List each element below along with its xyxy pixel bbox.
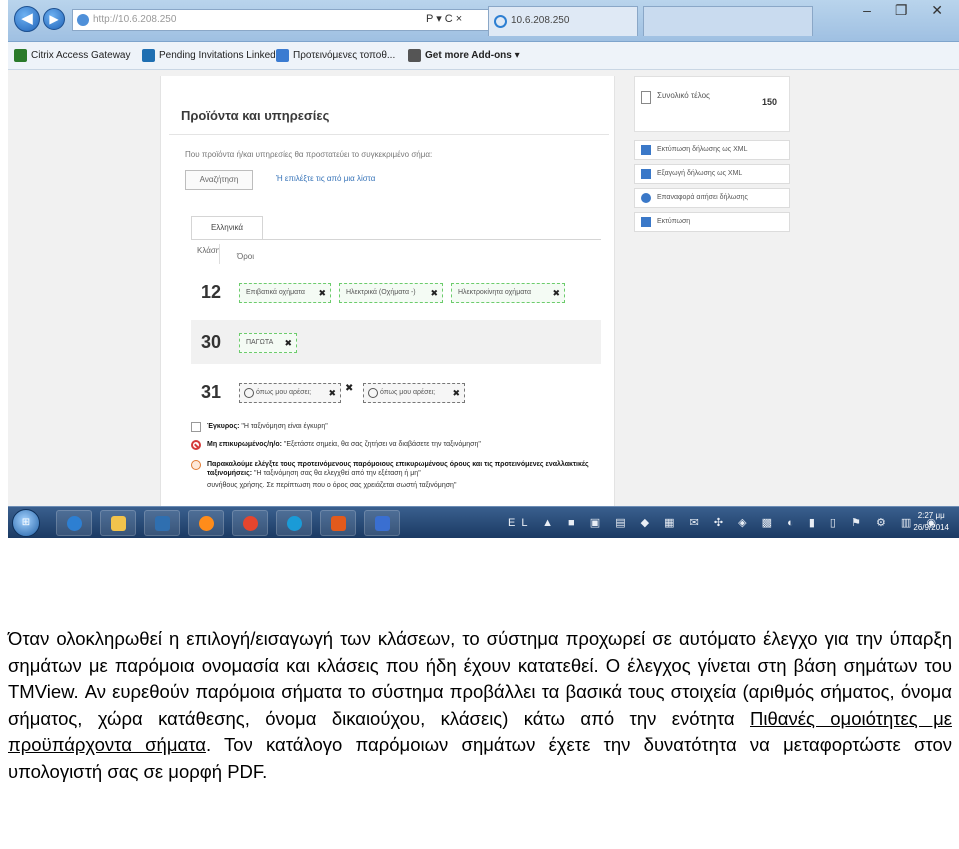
browser-screenshot: ◀ ▶ http://10.6.208.250 P ▾ C × 10.6.208… xyxy=(8,0,959,538)
browser-tab-active[interactable]: 10.6.208.250 xyxy=(488,6,638,36)
taskbar-chrome[interactable] xyxy=(232,510,268,536)
linkedin-icon xyxy=(142,49,155,62)
folder-icon xyxy=(111,516,126,531)
window-controls[interactable]: – ❐ ✕ xyxy=(863,2,953,19)
document-icon xyxy=(641,91,651,104)
address-controls[interactable]: P ▾ C × xyxy=(426,12,462,25)
column-header-terms: Όροι xyxy=(237,252,254,261)
print-icon xyxy=(641,145,651,155)
print-button[interactable]: Εκτύπωση xyxy=(634,212,790,232)
term-chip-unvalidated[interactable]: όπως μου αρέσει; ✖ xyxy=(239,383,341,403)
term-chip-unvalidated[interactable]: όπως μου αρέσει; ✖ xyxy=(363,383,465,403)
windows-taskbar: ⊞ EL ▲ ■ ▣ ▤ ◆ ▦ ✉ ✣ ◈ ▩ ◐ ▮ ▯ ⚑ ⚙ ▥ ◉ 2… xyxy=(8,506,959,538)
favorite-suggested[interactable]: Προτεινόμενες τοποθ... xyxy=(276,49,395,62)
suggested-sites-icon xyxy=(276,49,289,62)
ie-icon xyxy=(494,15,507,28)
web-page: Προϊόντα και υπηρεσίες Που προϊόντα ή/κα… xyxy=(8,70,959,506)
taskbar-word[interactable] xyxy=(364,510,400,536)
favorite-linkedin[interactable]: Pending Invitations LinkedIn xyxy=(142,49,284,62)
favorites-bar: Citrix Access Gateway Pending Invitation… xyxy=(8,42,959,70)
word-icon xyxy=(375,516,390,531)
class-number: 30 xyxy=(201,332,222,352)
panel-title: Προϊόντα και υπηρεσίες xyxy=(181,108,330,123)
print-xml-button[interactable]: Εκτύπωση δήλωσης ως XML xyxy=(634,140,790,160)
taskbar-skype[interactable] xyxy=(276,510,312,536)
refresh-icon xyxy=(641,193,651,203)
valid-checkbox-icon xyxy=(191,422,201,432)
term-chip[interactable]: ΠΑΓΩΤΑ ✖ xyxy=(239,333,297,353)
remove-icon[interactable]: ✖ xyxy=(318,284,326,302)
term-chip[interactable]: Επιβατικά οχήματα ✖ xyxy=(239,283,331,303)
skype-icon xyxy=(287,516,302,531)
taskbar-explorer[interactable] xyxy=(100,510,136,536)
term-chip[interactable]: Ηλεκτροκίνητα οχήματα ✖ xyxy=(451,283,565,303)
legend-valid: Έγκυρος: "Η ταξινόμηση είναι έγκυρη" xyxy=(207,423,328,430)
clock[interactable]: 2:27 μμ 26/9/2014 xyxy=(913,510,949,534)
choose-from-list-link[interactable]: Ή επιλέξτε τις από μια λίστα xyxy=(276,174,375,183)
ie-icon xyxy=(67,516,82,531)
browser-tab-title[interactable] xyxy=(643,6,813,36)
legend-note: συνήθους χρήσης. Σε περίπτωση που ο όρος… xyxy=(207,482,457,489)
back-arrow-icon: ◀ xyxy=(21,10,33,27)
tab-address: 10.6.208.250 xyxy=(511,15,570,26)
class-number: 12 xyxy=(201,282,222,302)
remove-icon[interactable]: ✖ xyxy=(452,384,460,402)
export-icon xyxy=(641,169,651,179)
caption-paragraph: Όταν ολοκληρωθεί η επιλογή/εισαγωγή των … xyxy=(8,628,952,782)
class-row-31: 31 όπως μου αρέσει; ✖ ✖ όπως μου αρέσει; ✖ xyxy=(191,370,601,414)
taskbar-media[interactable] xyxy=(144,510,180,536)
help-icon xyxy=(244,388,254,398)
remove-icon[interactable]: ✖ xyxy=(345,383,353,394)
address-text: http://10.6.208.250 xyxy=(93,14,177,25)
taskbar-ie[interactable] xyxy=(56,510,92,536)
addons-icon xyxy=(408,49,421,62)
media-player-icon xyxy=(155,516,170,531)
help-icon xyxy=(368,388,378,398)
total-fee-value: 150 xyxy=(761,97,777,107)
favorite-addons[interactable]: Get more Add-ons ▾ xyxy=(408,49,520,62)
class-row-12: 12 Επιβατικά οχήματα ✖ Ηλεκτρικά (Οχήματα… xyxy=(191,270,601,314)
instructions-text: Που προϊόντα ή/και υπηρεσίες θα προστατε… xyxy=(185,150,433,159)
forward-arrow-icon: ▶ xyxy=(49,12,59,26)
printer-icon xyxy=(641,217,651,227)
divider xyxy=(219,244,220,264)
legend-suggested: Παρακαλούμε ελέγξτε τους προτεινόμενους … xyxy=(207,461,589,477)
total-fee-box: Συνολικό τέλος 150 xyxy=(634,76,790,132)
legend-not-validated: Μη επικυρωμένος/η/ο: "Εξετάστε σημεία, θ… xyxy=(207,441,481,448)
export-xml-button[interactable]: Εξαγωγή δήλωσης ως XML xyxy=(634,164,790,184)
forward-button[interactable]: ▶ xyxy=(43,8,65,30)
term-chip[interactable]: Ηλεκτρικά (Οχήματα -) ✖ xyxy=(339,283,443,303)
citrix-icon xyxy=(14,49,27,62)
total-fee-label: Συνολικό τέλος xyxy=(657,91,710,100)
search-button[interactable]: Αναζήτηση xyxy=(185,170,253,190)
column-header-class: Κλάση xyxy=(197,246,221,255)
products-services-panel: Προϊόντα και υπηρεσίες Που προϊόντα ή/κα… xyxy=(160,76,615,506)
back-button[interactable]: ◀ xyxy=(14,6,40,32)
taskbar-outlook[interactable] xyxy=(320,510,356,536)
tab-products[interactable]: Ελληνικά xyxy=(191,216,263,240)
globe-icon xyxy=(77,14,89,26)
class-number: 31 xyxy=(201,382,222,402)
not-validated-icon xyxy=(191,440,201,450)
remove-icon[interactable]: ✖ xyxy=(284,334,292,352)
chrome-icon xyxy=(243,516,258,531)
favorite-citrix[interactable]: Citrix Access Gateway xyxy=(14,49,130,62)
warning-icon xyxy=(191,460,201,470)
taskbar-firefox[interactable] xyxy=(188,510,224,536)
start-button[interactable]: ⊞ xyxy=(12,509,40,537)
firefox-icon xyxy=(199,516,214,531)
remove-icon[interactable]: ✖ xyxy=(430,284,438,302)
system-tray[interactable]: EL ▲ ■ ▣ ▤ ◆ ▦ ✉ ✣ ◈ ▩ ◐ ▮ ▯ ⚑ ⚙ ▥ ◉ xyxy=(508,516,942,529)
tab-underline xyxy=(191,239,601,240)
reset-button[interactable]: Επαναφορά αιτήσει δήλωσης xyxy=(634,188,790,208)
remove-icon[interactable]: ✖ xyxy=(552,284,560,302)
divider xyxy=(169,134,609,135)
class-row-30: 30 ΠΑΓΩΤΑ ✖ xyxy=(191,320,601,364)
browser-titlebar: ◀ ▶ http://10.6.208.250 P ▾ C × 10.6.208… xyxy=(8,0,959,42)
outlook-icon xyxy=(331,516,346,531)
remove-icon[interactable]: ✖ xyxy=(328,384,336,402)
